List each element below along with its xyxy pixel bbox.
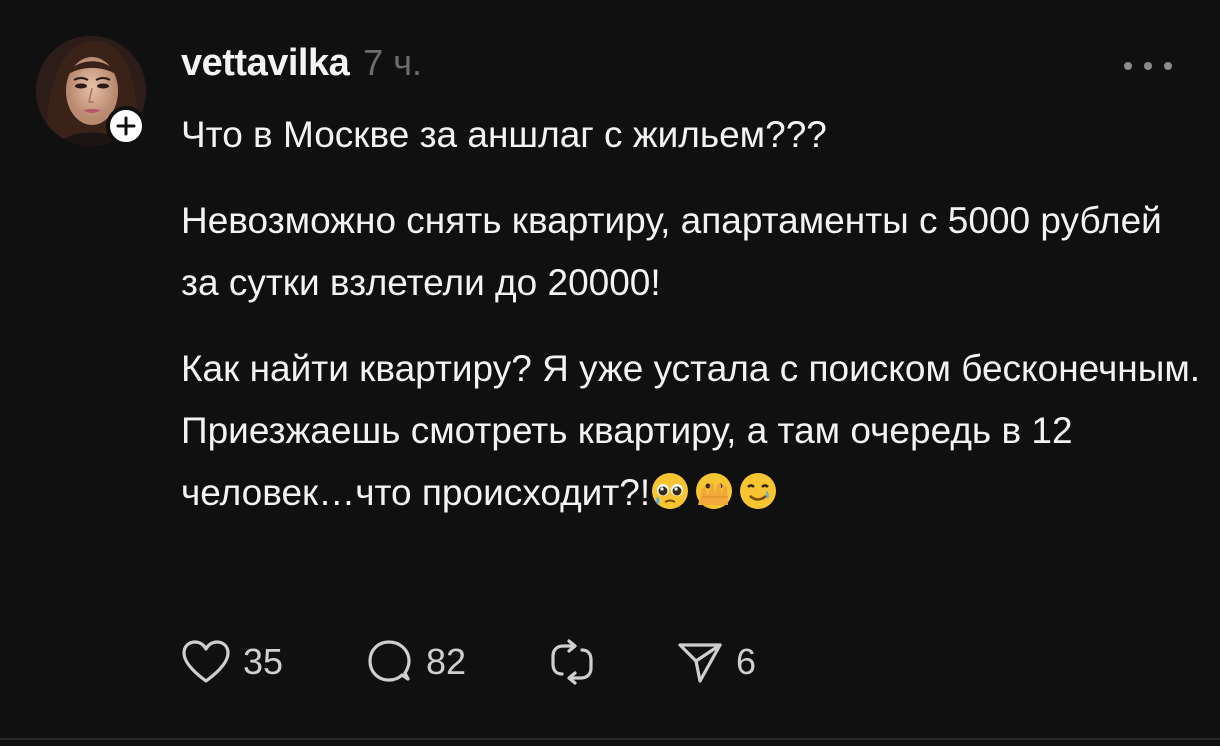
post-body: Что в Москве за аншлаг с жильем??? Невоз… bbox=[181, 104, 1201, 524]
post-paragraph: Невозможно снять квартиру, апартаменты с… bbox=[181, 200, 1162, 303]
divider bbox=[0, 738, 1220, 740]
post-paragraph-last: Приезжаешь смотреть квартиру, а там очер… bbox=[181, 400, 1201, 524]
repost-button[interactable] bbox=[548, 638, 676, 686]
more-dot-icon bbox=[1124, 62, 1132, 70]
like-button[interactable]: 35 bbox=[181, 639, 366, 685]
thread-post: vettavilka 7 ч. Что в Москве за аншлаг с… bbox=[0, 0, 1220, 746]
heart-icon bbox=[182, 640, 230, 683]
pleading-face-emoji bbox=[652, 473, 689, 509]
more-dot-icon bbox=[1164, 62, 1172, 70]
share-button[interactable]: 6 bbox=[676, 639, 756, 685]
post-paragraph: Что в Москве за аншлаг с жильем??? bbox=[181, 114, 827, 155]
follow-button[interactable] bbox=[106, 106, 146, 146]
more-dot-icon bbox=[1144, 62, 1152, 70]
more-options-button[interactable] bbox=[1124, 56, 1172, 76]
post-paragraph: Как найти квартиру? Я уже устала с поиск… bbox=[181, 348, 1201, 389]
repost-icon bbox=[551, 639, 593, 685]
share-count: 6 bbox=[736, 641, 757, 682]
comment-icon bbox=[368, 640, 411, 682]
comment-count: 82 bbox=[426, 641, 467, 682]
post-actions: 35 82 6 bbox=[181, 636, 756, 688]
post-header: vettavilka 7 ч. bbox=[181, 42, 422, 85]
post-time: 7 ч. bbox=[363, 42, 423, 83]
smiling-face-with-tear-emoji bbox=[740, 473, 777, 509]
like-count: 35 bbox=[243, 641, 284, 682]
post-paragraph-text: Приезжаешь смотреть квартиру, а там очер… bbox=[181, 410, 1073, 513]
plus-icon bbox=[116, 116, 136, 136]
avatar-container[interactable] bbox=[36, 36, 146, 146]
comment-button[interactable]: 82 bbox=[366, 638, 548, 686]
send-icon bbox=[678, 643, 722, 683]
face-with-open-eyes-and-hand-over-mouth-emoji bbox=[696, 473, 733, 509]
username[interactable]: vettavilka bbox=[181, 42, 350, 85]
